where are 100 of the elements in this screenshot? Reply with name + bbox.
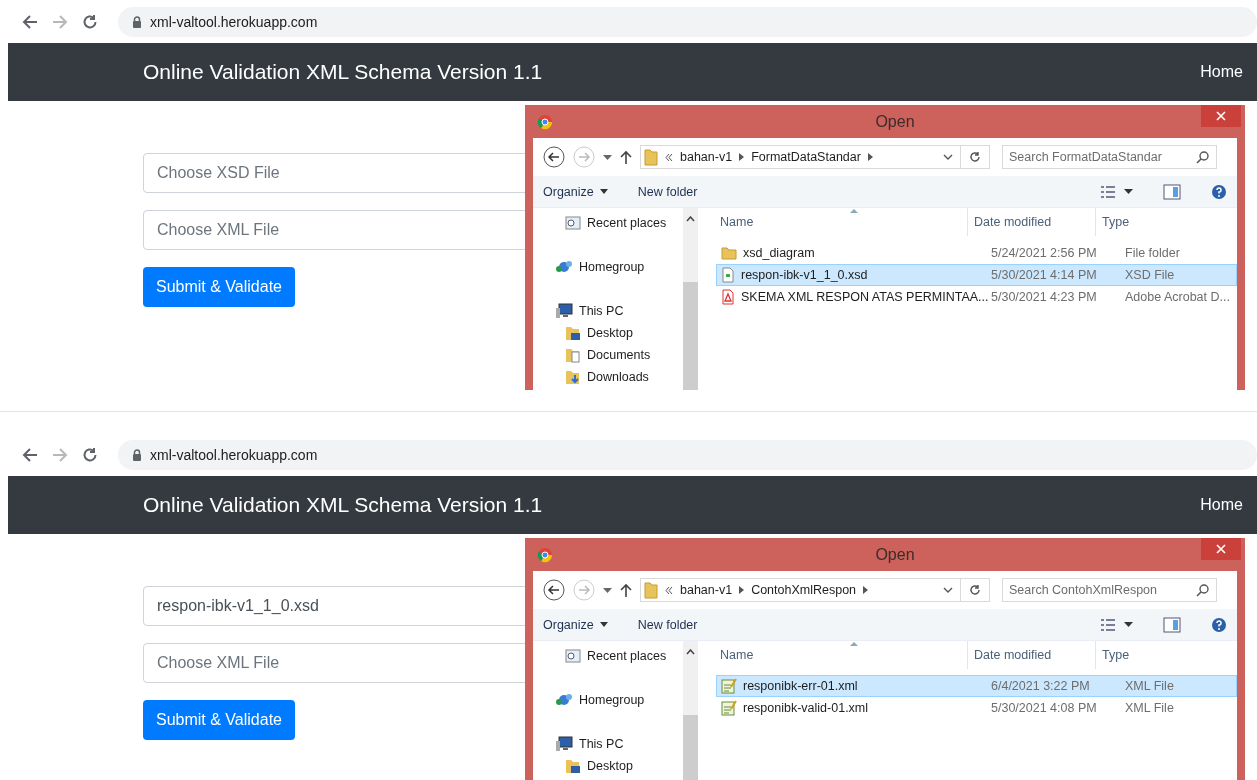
back-icon[interactable]: [543, 579, 565, 601]
caret-icon[interactable]: [603, 587, 612, 593]
address-bar[interactable]: xml-valtool.herokuapp.com: [118, 6, 1257, 37]
up-arrow-icon[interactable]: [620, 583, 632, 597]
close-button[interactable]: [1201, 538, 1241, 560]
file-name: responibk-valid-01.xml: [743, 701, 869, 715]
dialog-title: Open: [875, 545, 915, 564]
refresh-icon[interactable]: [969, 584, 981, 596]
view-list-icon[interactable]: [1100, 617, 1116, 632]
caret-icon[interactable]: [599, 622, 608, 627]
folder-icon: [565, 369, 581, 385]
file-row[interactable]: responibk-err-01.xml 6/4/2021 3:22 PM XML File: [716, 675, 1237, 697]
sort-arrow-icon: [850, 208, 858, 213]
navigation-item[interactable]: Recent places: [533, 645, 673, 667]
help-icon[interactable]: [1211, 616, 1227, 633]
close-icon[interactable]: [1216, 111, 1226, 121]
close-button[interactable]: [1201, 105, 1241, 127]
pdf-icon: [721, 289, 735, 305]
browser-logo-icon: [537, 113, 553, 130]
chevron-down-icon[interactable]: [943, 587, 953, 593]
browser-logo-icon: [537, 546, 553, 563]
sort-arrow-icon: [850, 641, 858, 646]
double-chevron-icon: [665, 153, 673, 161]
preview-pane-icon[interactable]: [1163, 183, 1181, 200]
back-icon[interactable]: [22, 447, 38, 462]
navigation-item[interactable]: This PC: [533, 733, 630, 755]
folder-icon: [565, 347, 581, 363]
address-bar[interactable]: bahan-v1 ContohXmlRespon: [640, 578, 990, 602]
navigation-item[interactable]: Documents: [533, 344, 657, 366]
search-field[interactable]: Search ContohXmlRespon: [1002, 578, 1217, 602]
column-header[interactable]: Name: [700, 641, 968, 669]
folder-icon: [644, 148, 658, 166]
home-link[interactable]: Home: [1200, 63, 1243, 81]
computer-icon: [555, 303, 573, 319]
navigation-item[interactable]: This PC: [533, 300, 630, 322]
url-text: xml-valtool.herokuapp.com: [150, 446, 318, 463]
submit-button[interactable]: Submit & Validate: [143, 700, 295, 740]
back-icon[interactable]: [22, 14, 38, 29]
breadcrumb-item[interactable]: FormatDataStandar: [751, 150, 861, 164]
xml-file-icon: [721, 678, 737, 694]
search-field[interactable]: Search FormatDataStandar: [1002, 145, 1217, 169]
navigation-item[interactable]: Downloads: [533, 366, 655, 388]
document-icon: [721, 267, 735, 283]
file-name: responibk-err-01.xml: [743, 679, 858, 693]
view-list-icon[interactable]: [1100, 184, 1116, 199]
column-header[interactable]: Date modified: [968, 641, 1096, 669]
date-modified: 5/30/2021 4:14 PM: [990, 268, 1098, 282]
address-bar[interactable]: xml-valtool.herokuapp.com: [118, 439, 1257, 470]
lock-icon: [132, 448, 142, 461]
site-title[interactable]: Online Validation XML Schema Version 1.1: [143, 493, 543, 517]
reload-icon[interactable]: [82, 13, 98, 30]
triangle-icon[interactable]: [739, 586, 745, 594]
file-type: XSD File: [1124, 268, 1176, 282]
navigation-item[interactable]: Homegroup: [533, 256, 651, 278]
column-header[interactable]: Name: [700, 208, 968, 236]
caret-icon[interactable]: [603, 154, 612, 160]
folder-icon: [565, 758, 581, 774]
chevron-down-icon[interactable]: [943, 154, 953, 160]
preview-pane-icon[interactable]: [1163, 616, 1181, 633]
url-text: xml-valtool.herokuapp.com: [150, 13, 318, 30]
triangle-icon[interactable]: [867, 153, 873, 161]
folder-icon: [644, 581, 658, 599]
site-title[interactable]: Online Validation XML Schema Version 1.1: [143, 60, 543, 84]
clock-window-icon: [565, 649, 581, 663]
file-type: XML File: [1124, 701, 1175, 715]
triangle-icon[interactable]: [739, 153, 745, 161]
breadcrumb-item[interactable]: ContohXmlRespon: [751, 583, 857, 597]
caret-icon[interactable]: [599, 189, 608, 194]
date-modified: 6/4/2021 3:22 PM: [990, 679, 1091, 693]
close-icon[interactable]: [1216, 544, 1226, 554]
caret-icon[interactable]: [1124, 622, 1133, 627]
date-modified: 5/24/2021 2:56 PM: [990, 246, 1098, 260]
up-arrow-icon[interactable]: [620, 150, 632, 164]
navigation-item[interactable]: Recent places: [533, 212, 673, 234]
caret-icon[interactable]: [1124, 189, 1133, 194]
file-type: File folder: [1124, 246, 1181, 260]
reload-icon[interactable]: [82, 446, 98, 463]
date-modified: 5/30/2021 4:23 PM: [990, 290, 1098, 304]
navigation-item[interactable]: Homegroup: [533, 689, 651, 711]
search-icon: [1196, 151, 1209, 164]
refresh-icon[interactable]: [969, 151, 981, 163]
file-row[interactable]: xsd_diagram 5/24/2021 2:56 PM File folder: [716, 242, 1237, 264]
file-name: xsd_diagram: [743, 246, 815, 260]
file-row[interactable]: respon-ibk-v1_1_0.xsd 5/30/2021 4:14 PM XSD File: [716, 264, 1237, 286]
navigation-item[interactable]: Desktop: [533, 322, 639, 344]
scroll-up-icon[interactable]: [686, 216, 695, 222]
column-header[interactable]: Date modified: [968, 208, 1096, 236]
address-bar[interactable]: bahan-v1 FormatDataStandar: [640, 145, 990, 169]
navigation-item[interactable]: Desktop: [533, 755, 639, 777]
triangle-icon[interactable]: [863, 586, 869, 594]
file-row[interactable]: SKEMA XML RESPON ATAS PERMINTAA... 5/30/2021 4:23 PM Adobe Acrobat D...: [716, 286, 1237, 308]
column-header[interactable]: Type: [1096, 208, 1237, 236]
back-icon[interactable]: [543, 146, 565, 168]
lock-icon: [132, 15, 142, 28]
submit-button[interactable]: Submit & Validate: [143, 267, 295, 307]
file-row[interactable]: responibk-valid-01.xml 5/30/2021 4:08 PM XML File: [716, 697, 1237, 719]
help-icon[interactable]: [1211, 183, 1227, 200]
column-header[interactable]: Type: [1096, 641, 1237, 669]
home-link[interactable]: Home: [1200, 496, 1243, 514]
scroll-up-icon[interactable]: [686, 649, 695, 655]
